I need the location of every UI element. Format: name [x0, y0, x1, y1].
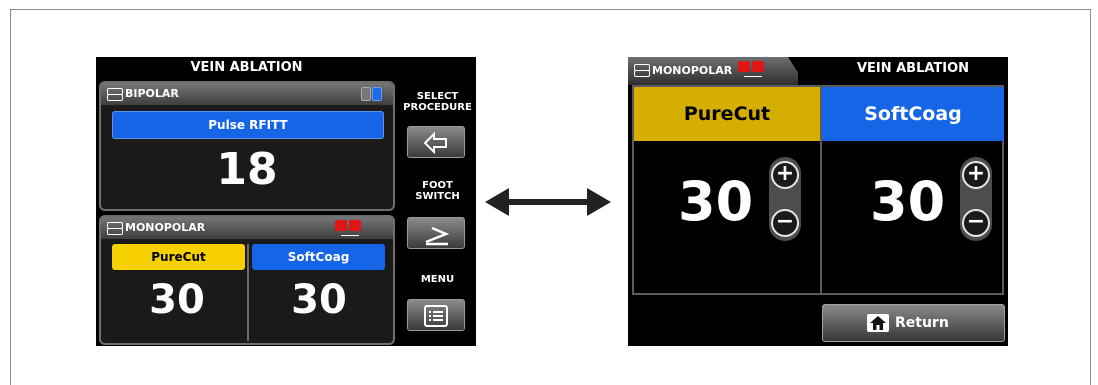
- bipolar-header: BIPOLAR: [101, 83, 393, 105]
- home-icon: [867, 314, 889, 332]
- foot-switch-label: FOOT SWITCH: [415, 180, 460, 202]
- bipolar-value: 18: [216, 144, 278, 195]
- foot-switch-icon: [425, 226, 450, 246]
- bipolar-mode-icon: [107, 88, 123, 101]
- left-title: VEIN ABLATION: [190, 60, 303, 75]
- softcoag-minus-button[interactable]: −: [962, 209, 990, 237]
- select-procedure-label: SELECT PROCEDURE: [403, 91, 472, 113]
- monopolar-mode-icon: [107, 222, 123, 235]
- blue-foot-pedal-icon: [361, 87, 383, 101]
- monopolar-detail-panel: PureCut SoftCoag 30 + − 30 + −: [632, 85, 1004, 295]
- monopolar-tab: MONOPOLAR: [628, 57, 798, 85]
- right-title: VEIN ABLATION: [856, 61, 970, 76]
- purecut-value: 30: [678, 170, 754, 233]
- purecut-button[interactable]: PureCut: [634, 87, 820, 141]
- monopolar-label: MONOPOLAR: [125, 221, 206, 234]
- bipolar-panel: BIPOLAR Pulse RFITT 18: [99, 81, 395, 211]
- purecut-value: 30: [149, 277, 205, 323]
- select-procedure-arrow-icon: [423, 131, 447, 155]
- softcoag-value: 30: [870, 170, 946, 233]
- softcoag-plus-button[interactable]: +: [962, 161, 990, 189]
- purecut-minus-button[interactable]: −: [771, 209, 799, 237]
- monopolar-tab-label: MONOPOLAR: [652, 64, 733, 77]
- red-foot-pedal-icon: [738, 61, 766, 79]
- purecut-plus-button[interactable]: +: [771, 161, 799, 189]
- monopolar-mode-icon: [634, 64, 650, 77]
- softcoag-stepper: + −: [960, 157, 992, 241]
- menu-list-icon: [424, 305, 448, 327]
- return-label: Return: [895, 315, 949, 331]
- purecut-button[interactable]: PureCut: [112, 244, 245, 270]
- right-screen: MONOPOLAR VEIN ABLATION PureCut SoftCoag…: [628, 57, 1008, 346]
- return-button[interactable]: Return: [822, 304, 1005, 342]
- double-arrow-icon: [485, 188, 611, 216]
- menu-button[interactable]: [407, 299, 465, 331]
- softcoag-button[interactable]: SoftCoag: [822, 87, 1004, 141]
- mode-divider: [820, 87, 822, 293]
- foot-switch-button[interactable]: [407, 217, 465, 249]
- left-screen: VEIN ABLATION BIPOLAR Pulse RFITT 18 MON…: [96, 57, 476, 346]
- monopolar-panel[interactable]: MONOPOLAR PureCut SoftCoag 30 30: [99, 215, 395, 345]
- red-foot-pedal-icon: [335, 220, 363, 238]
- menu-label: MENU: [420, 274, 455, 285]
- bipolar-label: BIPOLAR: [125, 87, 179, 100]
- select-procedure-button[interactable]: [407, 126, 465, 158]
- purecut-stepper: + −: [769, 157, 801, 241]
- softcoag-value: 30: [291, 277, 347, 323]
- bipolar-procedure-button[interactable]: Pulse RFITT: [112, 111, 384, 139]
- monopolar-header: MONOPOLAR: [101, 217, 393, 239]
- softcoag-button[interactable]: SoftCoag: [252, 244, 385, 270]
